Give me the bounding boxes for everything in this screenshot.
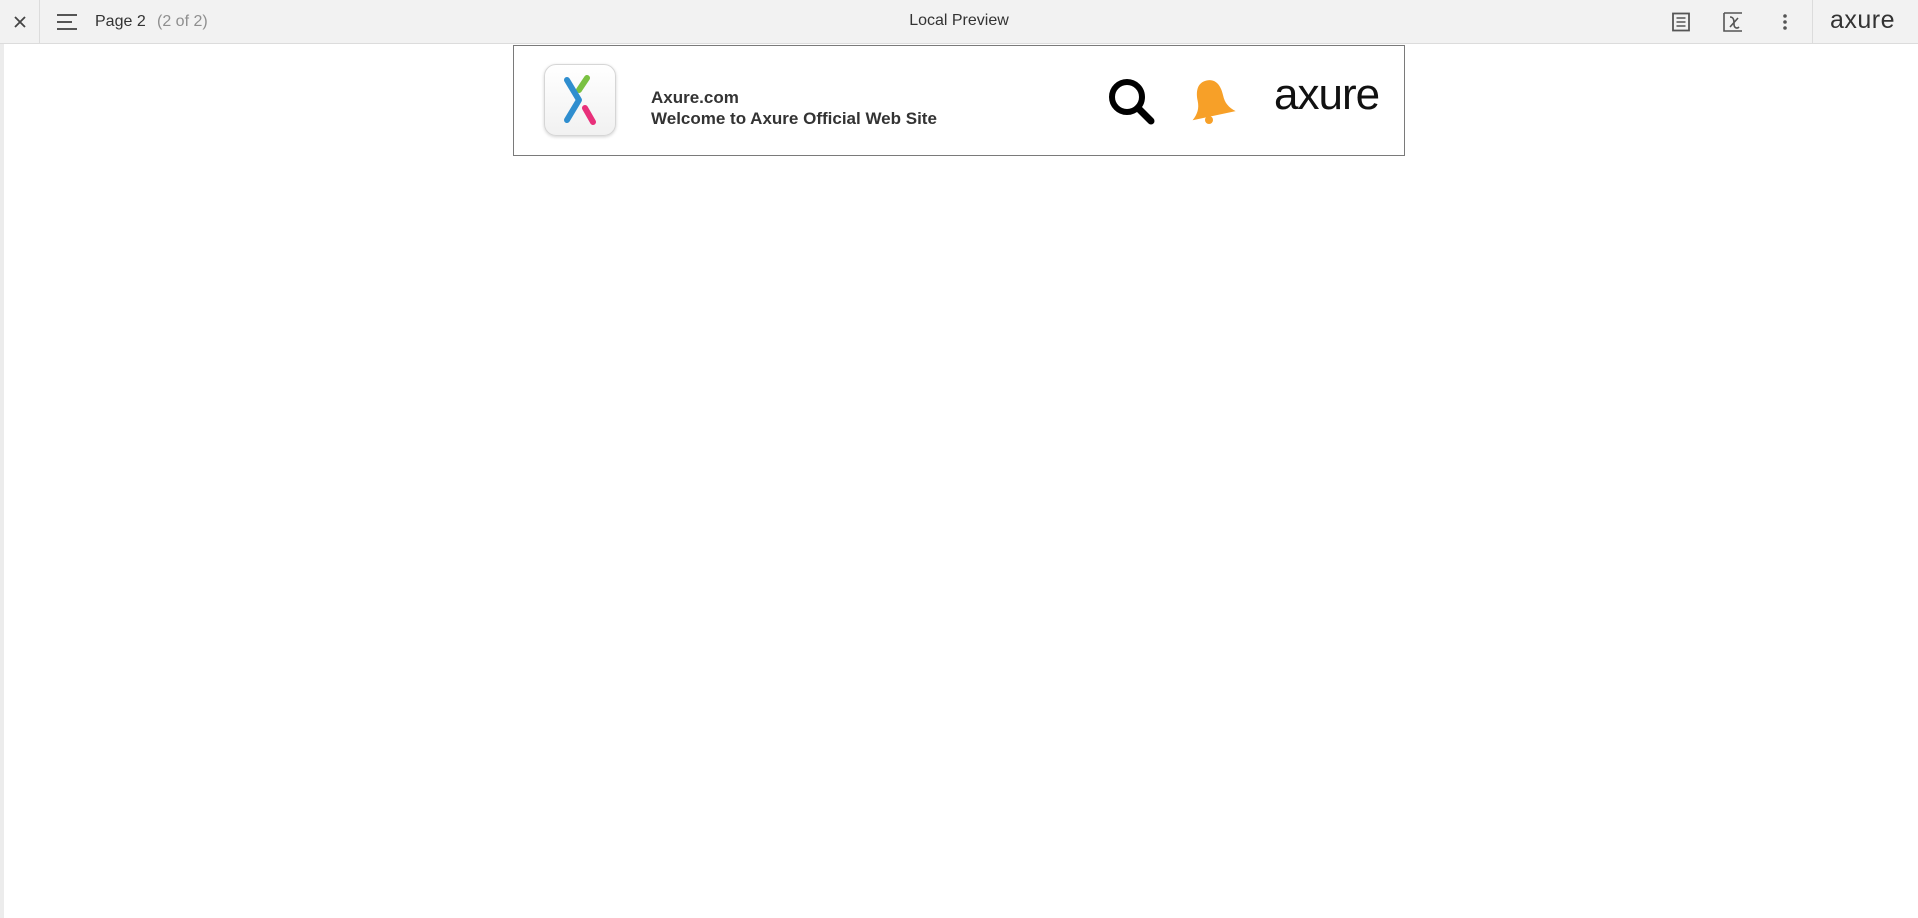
brand-logo[interactable]: axure: [1274, 73, 1380, 117]
close-button[interactable]: [0, 0, 40, 44]
search-button[interactable]: [1106, 76, 1158, 128]
sitemap-menu-button[interactable]: [52, 0, 82, 44]
bell-icon: [1192, 80, 1236, 124]
vertical-dots-icon: [1783, 14, 1787, 30]
notes-button[interactable]: [1663, 0, 1699, 44]
hamburger-menu-icon: [57, 14, 77, 30]
preview-title: Local Preview: [909, 12, 1009, 29]
site-name: Axure.com: [651, 88, 739, 107]
more-options-button[interactable]: [1767, 0, 1803, 44]
site-tagline: Welcome to Axure Official Web Site: [651, 109, 937, 128]
page-count: (2 of 2): [157, 13, 208, 30]
variables-button[interactable]: [1715, 0, 1751, 44]
document-lines-icon: [1672, 12, 1690, 32]
page-name: Page 2: [95, 13, 146, 30]
close-icon: [13, 16, 26, 28]
preview-toolbar: Page 2 (2 of 2) Local Preview axure: [0, 0, 1918, 44]
axure-logo-text: axure: [1830, 6, 1896, 34]
prototype-canvas: [4, 44, 1918, 918]
search-icon: [1109, 79, 1155, 125]
function-x-icon: [1723, 12, 1742, 32]
app-icon[interactable]: [544, 64, 616, 136]
axure-x-logo-icon: [564, 75, 596, 125]
notifications-button[interactable]: [1186, 76, 1236, 126]
site-header: Axure.com Welcome to Axure Official Web …: [513, 45, 1405, 156]
toolbar-divider: [1812, 0, 1813, 44]
